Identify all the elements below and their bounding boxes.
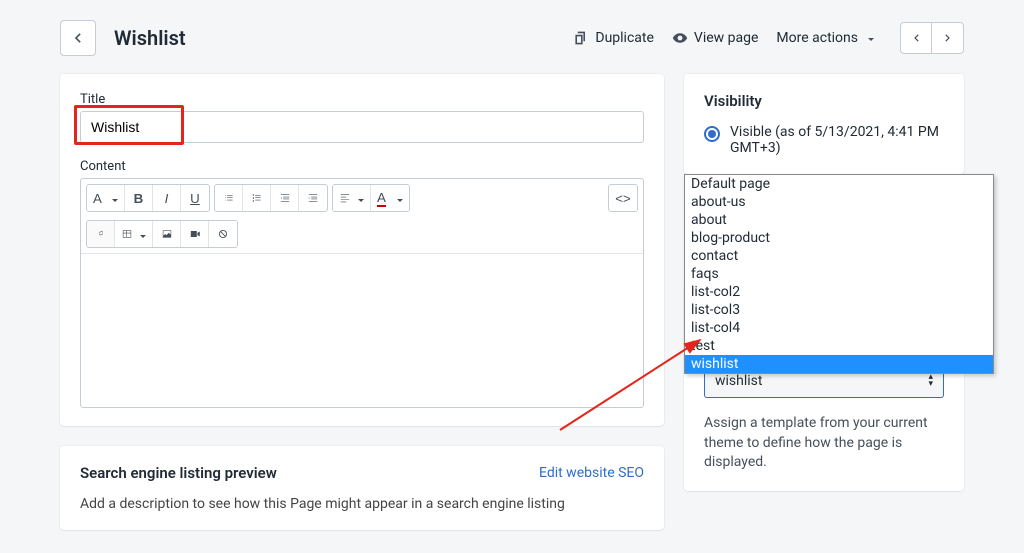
view-page-button[interactable]: View page bbox=[672, 30, 759, 46]
editor-toolbar: A B I U A bbox=[81, 179, 643, 254]
template-selected: wishlist bbox=[715, 373, 762, 389]
link-button bbox=[87, 221, 115, 247]
outdent-button[interactable] bbox=[271, 185, 299, 211]
number-list-button[interactable] bbox=[243, 185, 271, 211]
number-list-icon bbox=[251, 192, 263, 204]
duplicate-button[interactable]: Duplicate bbox=[573, 30, 654, 46]
underline-button[interactable]: U bbox=[181, 185, 209, 211]
prev-button[interactable] bbox=[900, 22, 932, 54]
template-option[interactable]: test bbox=[685, 337, 993, 355]
clear-format-button[interactable] bbox=[209, 221, 237, 247]
caret-down-icon bbox=[864, 30, 874, 46]
font-style-button[interactable]: A bbox=[87, 185, 125, 211]
chevron-right-icon bbox=[942, 32, 954, 44]
back-button[interactable] bbox=[60, 20, 96, 56]
title-input[interactable] bbox=[80, 111, 644, 143]
align-left-icon bbox=[339, 192, 351, 204]
table-button[interactable] bbox=[115, 221, 153, 247]
visibility-heading: Visibility bbox=[704, 92, 944, 110]
template-option[interactable]: Default page bbox=[685, 175, 993, 193]
view-page-label: View page bbox=[694, 30, 759, 46]
content-label: Content bbox=[80, 159, 644, 174]
next-button[interactable] bbox=[932, 22, 964, 54]
image-icon bbox=[161, 228, 173, 240]
duplicate-icon bbox=[573, 30, 589, 46]
content-editor[interactable]: A B I U A bbox=[80, 178, 644, 408]
clear-icon bbox=[217, 228, 229, 240]
select-updown-icon bbox=[928, 374, 933, 388]
seo-heading: Search engine listing preview bbox=[80, 464, 277, 482]
template-option[interactable]: list-col3 bbox=[685, 301, 993, 319]
title-label: Title bbox=[80, 92, 644, 107]
indent-button[interactable] bbox=[299, 185, 327, 211]
template-help: Assign a template from your current them… bbox=[704, 414, 944, 473]
align-button[interactable] bbox=[333, 185, 371, 211]
template-option[interactable]: about bbox=[685, 211, 993, 229]
more-actions-button[interactable]: More actions bbox=[776, 30, 874, 46]
link-icon bbox=[95, 228, 107, 240]
template-option[interactable]: faqs bbox=[685, 265, 993, 283]
table-icon bbox=[121, 228, 133, 240]
video-button[interactable] bbox=[181, 221, 209, 247]
caret-down-icon bbox=[393, 191, 403, 206]
image-button[interactable] bbox=[153, 221, 181, 247]
title-content-card: Title Content A B I U bbox=[60, 74, 664, 426]
more-actions-label: More actions bbox=[776, 30, 858, 46]
template-option[interactable]: wishlist bbox=[685, 355, 993, 373]
template-option[interactable]: list-col4 bbox=[685, 319, 993, 337]
italic-button[interactable]: I bbox=[153, 185, 181, 211]
template-option[interactable]: about-us bbox=[685, 193, 993, 211]
text-color-button[interactable]: A bbox=[371, 185, 409, 211]
indent-icon bbox=[307, 192, 319, 204]
seo-card: Search engine listing preview Edit websi… bbox=[60, 446, 664, 530]
edit-seo-link[interactable]: Edit website SEO bbox=[539, 465, 644, 481]
arrow-left-icon bbox=[70, 30, 86, 46]
page-title: Wishlist bbox=[114, 26, 561, 50]
chevron-left-icon bbox=[910, 32, 922, 44]
eye-icon bbox=[672, 30, 688, 46]
template-option[interactable]: blog-product bbox=[685, 229, 993, 247]
radio-visible[interactable] bbox=[704, 126, 720, 142]
html-button[interactable]: <> bbox=[609, 185, 637, 211]
outdent-icon bbox=[279, 192, 291, 204]
bullet-list-button[interactable] bbox=[215, 185, 243, 211]
template-option[interactable]: contact bbox=[685, 247, 993, 265]
video-icon bbox=[189, 228, 201, 240]
template-option[interactable]: list-col2 bbox=[685, 283, 993, 301]
caret-down-icon bbox=[136, 227, 146, 242]
caret-down-icon bbox=[108, 191, 118, 206]
bullet-list-icon bbox=[223, 192, 235, 204]
duplicate-label: Duplicate bbox=[595, 30, 654, 46]
visible-label: Visible (as of 5/13/2021, 4:41 PM GMT+3) bbox=[730, 124, 944, 156]
template-dropdown[interactable]: Default pageabout-usaboutblog-productcon… bbox=[684, 174, 994, 374]
caret-down-icon bbox=[354, 191, 364, 206]
bold-button[interactable]: B bbox=[125, 185, 153, 211]
visibility-card: Visibility Visible (as of 5/13/2021, 4:4… bbox=[684, 74, 964, 174]
seo-description: Add a description to see how this Page m… bbox=[80, 496, 644, 512]
